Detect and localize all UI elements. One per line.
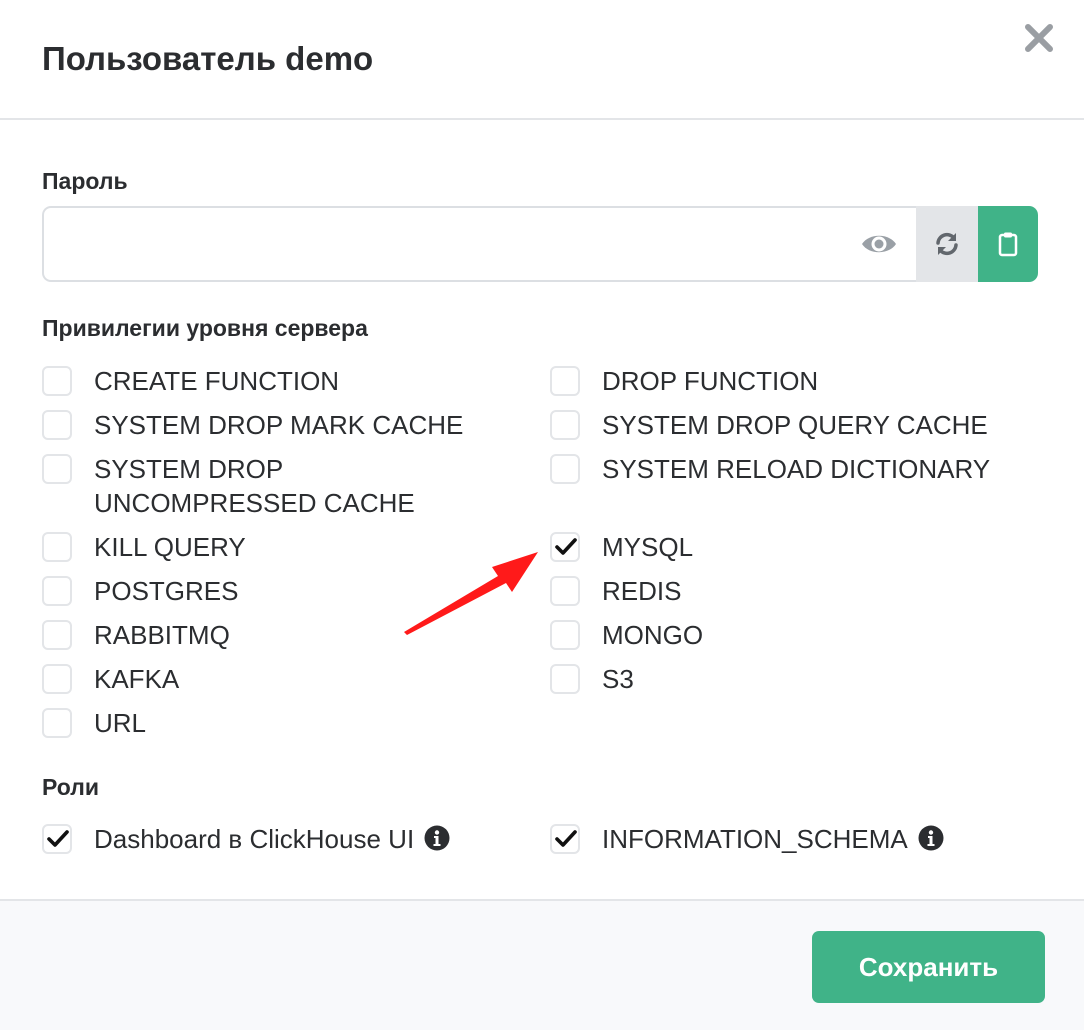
generate-password-button[interactable] xyxy=(916,206,978,282)
checkbox[interactable] xyxy=(42,366,72,396)
checkbox[interactable] xyxy=(42,532,72,562)
checkbox[interactable] xyxy=(42,620,72,650)
info-icon[interactable] xyxy=(918,825,944,851)
checkbox[interactable] xyxy=(42,824,72,854)
checkmark-icon xyxy=(555,830,577,847)
checkbox[interactable] xyxy=(42,664,72,694)
modal-header: Пользователь demo xyxy=(0,0,1084,120)
password-group xyxy=(42,206,1038,282)
modal-footer: Сохранить xyxy=(0,899,1084,1030)
modal-title: Пользователь demo xyxy=(42,40,374,77)
checkmark-icon xyxy=(555,538,577,555)
password-input[interactable] xyxy=(42,206,916,282)
checkbox[interactable] xyxy=(42,410,72,440)
clipboard-icon xyxy=(998,232,1018,257)
close-button[interactable] xyxy=(1022,18,1056,56)
info-icon[interactable] xyxy=(424,825,450,851)
user-modal: Пользователь demo Пароль Привилегии уров… xyxy=(0,0,1084,1030)
checkbox[interactable] xyxy=(550,824,580,854)
role-label: Dashboard в ClickHouse UI xyxy=(94,824,415,854)
checkbox[interactable] xyxy=(550,366,580,396)
eye-icon xyxy=(862,235,896,253)
checkbox[interactable] xyxy=(550,410,580,440)
checkbox[interactable] xyxy=(550,576,580,606)
role-label: INFORMATION_SCHEMA xyxy=(602,824,908,854)
checkbox[interactable] xyxy=(550,664,580,694)
save-button[interactable]: Сохранить xyxy=(812,931,1045,1003)
privileges-label: Привилегии уровня сервера xyxy=(42,315,368,341)
show-password-button[interactable] xyxy=(860,228,898,260)
password-label: Пароль xyxy=(42,168,128,194)
roles-label: Роли xyxy=(42,774,99,800)
checkmark-icon xyxy=(47,830,69,847)
label-line-2: UNCOMPRESSED CACHE xyxy=(94,488,415,518)
refresh-icon xyxy=(936,232,958,256)
checkbox[interactable] xyxy=(550,620,580,650)
checkbox[interactable] xyxy=(42,576,72,606)
checkbox[interactable] xyxy=(42,454,72,484)
copy-password-button[interactable] xyxy=(978,206,1038,282)
checkbox[interactable] xyxy=(42,708,72,738)
checkbox[interactable] xyxy=(550,454,580,484)
label-line-1: SYSTEM DROP xyxy=(94,454,284,484)
checkbox[interactable] xyxy=(550,532,580,562)
close-icon xyxy=(1025,24,1053,52)
